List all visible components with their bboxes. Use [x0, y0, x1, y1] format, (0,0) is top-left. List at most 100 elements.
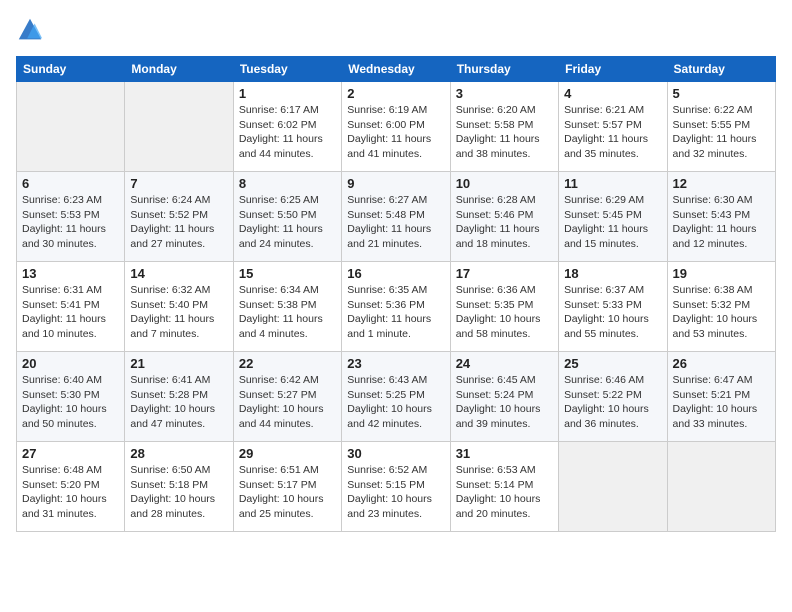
- day-detail: Sunrise: 6:27 AM Sunset: 5:48 PM Dayligh…: [347, 193, 444, 252]
- day-number: 29: [239, 446, 336, 461]
- day-detail: Sunrise: 6:52 AM Sunset: 5:15 PM Dayligh…: [347, 463, 444, 522]
- day-number: 15: [239, 266, 336, 281]
- calendar-header: Sunday Monday Tuesday Wednesday Thursday…: [17, 57, 776, 82]
- calendar-cell: 28 Sunrise: 6:50 AM Sunset: 5:18 PM Dayli…: [125, 442, 233, 532]
- day-detail: Sunrise: 6:41 AM Sunset: 5:28 PM Dayligh…: [130, 373, 227, 432]
- calendar-cell: 11 Sunrise: 6:29 AM Sunset: 5:45 PM Dayli…: [559, 172, 667, 262]
- calendar-cell: 3 Sunrise: 6:20 AM Sunset: 5:58 PM Daylig…: [450, 82, 558, 172]
- day-number: 21: [130, 356, 227, 371]
- calendar-cell: 5Sunrise: 6:22 AM Sunset: 5:55 PM Daylig…: [667, 82, 775, 172]
- day-detail: Sunrise: 6:37 AM Sunset: 5:33 PM Dayligh…: [564, 283, 661, 342]
- calendar-cell: 2 Sunrise: 6:19 AM Sunset: 6:00 PM Daylig…: [342, 82, 450, 172]
- calendar-body: 1 Sunrise: 6:17 AM Sunset: 6:02 PM Daylig…: [17, 82, 776, 532]
- day-detail: Sunrise: 6:17 AM Sunset: 6:02 PM Dayligh…: [239, 103, 336, 162]
- day-number: 25: [564, 356, 661, 371]
- day-detail: Sunrise: 6:24 AM Sunset: 5:52 PM Dayligh…: [130, 193, 227, 252]
- logo: [16, 16, 48, 44]
- day-detail: Sunrise: 6:47 AM Sunset: 5:21 PM Dayligh…: [673, 373, 770, 432]
- day-detail: Sunrise: 6:19 AM Sunset: 6:00 PM Dayligh…: [347, 103, 444, 162]
- day-number: 20: [22, 356, 119, 371]
- day-number: 16: [347, 266, 444, 281]
- calendar-cell: 7Sunrise: 6:24 AM Sunset: 5:52 PM Daylig…: [125, 172, 233, 262]
- col-wednesday: Wednesday: [342, 57, 450, 82]
- col-saturday: Saturday: [667, 57, 775, 82]
- calendar-cell: 14 Sunrise: 6:32 AM Sunset: 5:40 PM Dayli…: [125, 262, 233, 352]
- day-detail: Sunrise: 6:46 AM Sunset: 5:22 PM Dayligh…: [564, 373, 661, 432]
- col-friday: Friday: [559, 57, 667, 82]
- day-detail: Sunrise: 6:29 AM Sunset: 5:45 PM Dayligh…: [564, 193, 661, 252]
- day-detail: Sunrise: 6:50 AM Sunset: 5:18 PM Dayligh…: [130, 463, 227, 522]
- day-number: 23: [347, 356, 444, 371]
- day-number: 22: [239, 356, 336, 371]
- day-number: 1: [239, 86, 336, 101]
- day-detail: Sunrise: 6:35 AM Sunset: 5:36 PM Dayligh…: [347, 283, 444, 342]
- calendar-cell: 4 Sunrise: 6:21 AM Sunset: 5:57 PM Daylig…: [559, 82, 667, 172]
- day-detail: Sunrise: 6:45 AM Sunset: 5:24 PM Dayligh…: [456, 373, 553, 432]
- day-detail: Sunrise: 6:51 AM Sunset: 5:17 PM Dayligh…: [239, 463, 336, 522]
- header-row: Sunday Monday Tuesday Wednesday Thursday…: [17, 57, 776, 82]
- day-detail: Sunrise: 6:31 AM Sunset: 5:41 PM Dayligh…: [22, 283, 119, 342]
- col-sunday: Sunday: [17, 57, 125, 82]
- calendar-cell: [17, 82, 125, 172]
- calendar-cell: 9 Sunrise: 6:27 AM Sunset: 5:48 PM Daylig…: [342, 172, 450, 262]
- calendar-cell: 24 Sunrise: 6:45 AM Sunset: 5:24 PM Dayli…: [450, 352, 558, 442]
- day-number: 26: [673, 356, 770, 371]
- calendar-week-1: 1 Sunrise: 6:17 AM Sunset: 6:02 PM Daylig…: [17, 82, 776, 172]
- day-number: 14: [130, 266, 227, 281]
- col-monday: Monday: [125, 57, 233, 82]
- day-number: 3: [456, 86, 553, 101]
- day-detail: Sunrise: 6:42 AM Sunset: 5:27 PM Dayligh…: [239, 373, 336, 432]
- calendar-cell: 30 Sunrise: 6:52 AM Sunset: 5:15 PM Dayli…: [342, 442, 450, 532]
- calendar-cell: 29 Sunrise: 6:51 AM Sunset: 5:17 PM Dayli…: [233, 442, 341, 532]
- calendar-week-2: 6Sunrise: 6:23 AM Sunset: 5:53 PM Daylig…: [17, 172, 776, 262]
- day-number: 8: [239, 176, 336, 191]
- day-detail: Sunrise: 6:21 AM Sunset: 5:57 PM Dayligh…: [564, 103, 661, 162]
- calendar-cell: 6Sunrise: 6:23 AM Sunset: 5:53 PM Daylig…: [17, 172, 125, 262]
- day-detail: Sunrise: 6:48 AM Sunset: 5:20 PM Dayligh…: [22, 463, 119, 522]
- day-number: 28: [130, 446, 227, 461]
- calendar-cell: 31 Sunrise: 6:53 AM Sunset: 5:14 PM Dayli…: [450, 442, 558, 532]
- calendar-cell: 19Sunrise: 6:38 AM Sunset: 5:32 PM Dayli…: [667, 262, 775, 352]
- day-number: 19: [673, 266, 770, 281]
- day-number: 10: [456, 176, 553, 191]
- day-number: 5: [673, 86, 770, 101]
- day-detail: Sunrise: 6:28 AM Sunset: 5:46 PM Dayligh…: [456, 193, 553, 252]
- day-number: 30: [347, 446, 444, 461]
- calendar-cell: [559, 442, 667, 532]
- day-detail: Sunrise: 6:36 AM Sunset: 5:35 PM Dayligh…: [456, 283, 553, 342]
- day-detail: Sunrise: 6:20 AM Sunset: 5:58 PM Dayligh…: [456, 103, 553, 162]
- calendar-cell: 21 Sunrise: 6:41 AM Sunset: 5:28 PM Dayli…: [125, 352, 233, 442]
- calendar-cell: [667, 442, 775, 532]
- day-number: 24: [456, 356, 553, 371]
- day-number: 12: [673, 176, 770, 191]
- calendar-cell: 17 Sunrise: 6:36 AM Sunset: 5:35 PM Dayli…: [450, 262, 558, 352]
- col-tuesday: Tuesday: [233, 57, 341, 82]
- day-detail: Sunrise: 6:34 AM Sunset: 5:38 PM Dayligh…: [239, 283, 336, 342]
- day-detail: Sunrise: 6:43 AM Sunset: 5:25 PM Dayligh…: [347, 373, 444, 432]
- calendar-cell: 25 Sunrise: 6:46 AM Sunset: 5:22 PM Dayli…: [559, 352, 667, 442]
- day-detail: Sunrise: 6:30 AM Sunset: 5:43 PM Dayligh…: [673, 193, 770, 252]
- day-number: 17: [456, 266, 553, 281]
- day-number: 13: [22, 266, 119, 281]
- calendar-cell: 27 Sunrise: 6:48 AM Sunset: 5:20 PM Dayli…: [17, 442, 125, 532]
- day-detail: Sunrise: 6:25 AM Sunset: 5:50 PM Dayligh…: [239, 193, 336, 252]
- day-detail: Sunrise: 6:32 AM Sunset: 5:40 PM Dayligh…: [130, 283, 227, 342]
- day-number: 6: [22, 176, 119, 191]
- day-number: 9: [347, 176, 444, 191]
- day-detail: Sunrise: 6:40 AM Sunset: 5:30 PM Dayligh…: [22, 373, 119, 432]
- calendar-cell: 22 Sunrise: 6:42 AM Sunset: 5:27 PM Dayli…: [233, 352, 341, 442]
- day-number: 31: [456, 446, 553, 461]
- calendar-cell: 18Sunrise: 6:37 AM Sunset: 5:33 PM Dayli…: [559, 262, 667, 352]
- calendar-table: Sunday Monday Tuesday Wednesday Thursday…: [16, 56, 776, 532]
- day-number: 27: [22, 446, 119, 461]
- calendar-cell: [125, 82, 233, 172]
- day-number: 2: [347, 86, 444, 101]
- calendar-cell: 16 Sunrise: 6:35 AM Sunset: 5:36 PM Dayli…: [342, 262, 450, 352]
- day-number: 11: [564, 176, 661, 191]
- calendar-cell: 15 Sunrise: 6:34 AM Sunset: 5:38 PM Dayli…: [233, 262, 341, 352]
- calendar-week-4: 20 Sunrise: 6:40 AM Sunset: 5:30 PM Dayli…: [17, 352, 776, 442]
- calendar-cell: 8 Sunrise: 6:25 AM Sunset: 5:50 PM Daylig…: [233, 172, 341, 262]
- calendar-cell: 23 Sunrise: 6:43 AM Sunset: 5:25 PM Dayli…: [342, 352, 450, 442]
- day-number: 4: [564, 86, 661, 101]
- day-detail: Sunrise: 6:53 AM Sunset: 5:14 PM Dayligh…: [456, 463, 553, 522]
